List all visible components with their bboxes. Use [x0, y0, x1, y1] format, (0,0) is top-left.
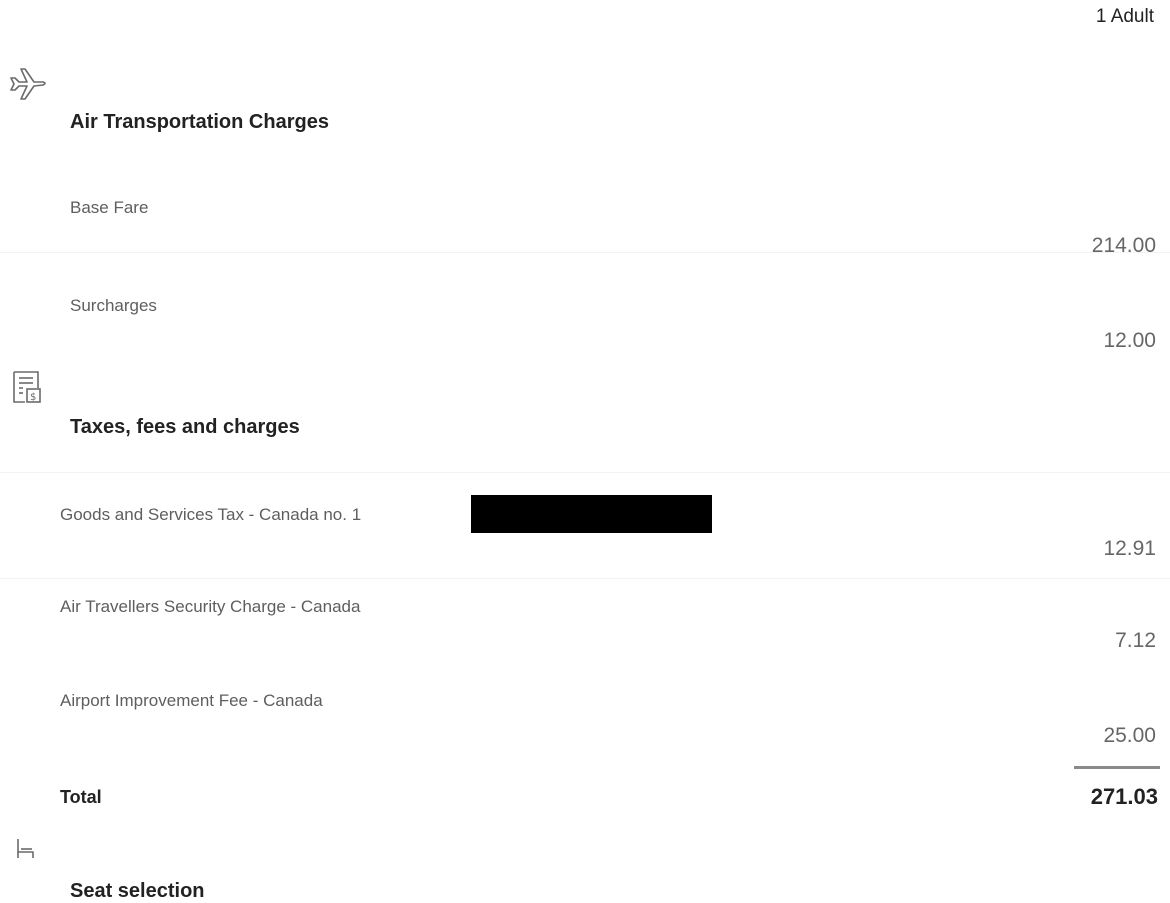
total-label: Total: [60, 787, 102, 807]
background-rule: [0, 578, 1170, 579]
section-title-seat-selection: Seat selection: [70, 880, 205, 902]
amount-gst: 12.91: [1103, 537, 1156, 560]
line-label-base-fare: Base Fare: [70, 198, 149, 217]
amount-security-charge: 7.12: [1115, 629, 1156, 652]
total-divider: [1074, 766, 1160, 769]
background-rule: [0, 472, 1170, 473]
section-title-taxes: Taxes, fees and charges: [70, 416, 300, 438]
background-rule: [0, 252, 1170, 253]
svg-text:$: $: [30, 392, 36, 403]
line-label-surcharges: Surcharges: [70, 296, 157, 315]
section-title-air-transportation: Air Transportation Charges: [70, 111, 329, 133]
line-label-gst: Goods and Services Tax - Canada no. 1: [60, 505, 362, 524]
redaction-block: [471, 495, 712, 533]
line-label-airport-fee: Airport Improvement Fee - Canada: [60, 691, 323, 710]
line-label-security-charge: Air Travellers Security Charge - Canada: [60, 597, 361, 616]
amount-base-fare: 214.00: [1091, 234, 1156, 257]
receipt-icon: $: [11, 370, 45, 406]
airplane-icon: [9, 66, 49, 102]
passenger-count: 1 Adult: [1095, 6, 1154, 27]
amount-surcharges: 12.00: [1103, 329, 1156, 352]
amount-airport-fee: 25.00: [1103, 724, 1156, 747]
total-amount: 271.03: [1090, 784, 1158, 809]
seat-icon: [16, 838, 38, 860]
